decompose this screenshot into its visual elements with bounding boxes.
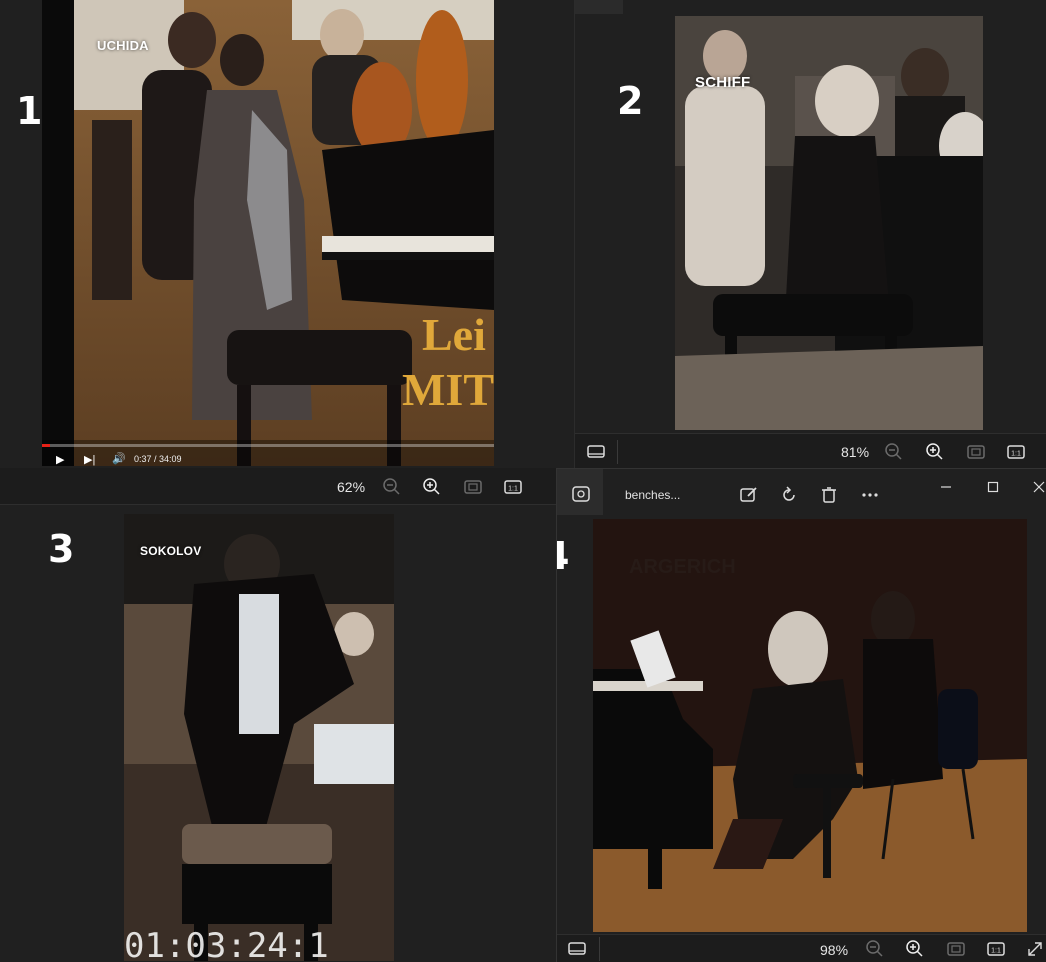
uchida-photo: Lei MIT <box>42 0 494 466</box>
toolbar-divider <box>617 440 618 464</box>
photos-app-icon <box>571 484 591 504</box>
svg-text:ARGERICH: ARGERICH <box>629 556 736 578</box>
panel-4-window: benches... 4 <box>556 468 1046 962</box>
play-icon[interactable]: ▶ <box>56 453 64 466</box>
video-timestamp-overlay: 01:03:24:1 <box>124 926 329 961</box>
performer-label: SOKOLOV <box>140 544 202 558</box>
toolbar-divider <box>599 937 600 961</box>
sokolov-photo-image <box>124 514 394 961</box>
zoom-out-icon[interactable] <box>884 442 904 462</box>
next-icon[interactable]: ▶| <box>84 453 95 466</box>
argerich-photo-image: ARGERICH <box>593 519 1027 932</box>
edit-icon[interactable] <box>739 485 759 505</box>
svg-text:1:1: 1:1 <box>991 948 1001 955</box>
delete-icon[interactable] <box>819 485 839 505</box>
actual-size-icon[interactable]: 1:1 <box>986 939 1006 959</box>
zoom-out-icon[interactable] <box>865 939 885 959</box>
argerich-photo: ARGERICH <box>593 519 1027 932</box>
zoom-level: 81% <box>841 444 870 460</box>
actual-size-icon[interactable]: 1:1 <box>1006 442 1026 462</box>
more-icon[interactable] <box>860 485 880 505</box>
svg-text:1:1: 1:1 <box>1011 451 1021 458</box>
volume-icon[interactable]: 🔊 <box>112 452 126 465</box>
zoom-in-icon[interactable] <box>925 442 945 462</box>
svg-text:MIT: MIT <box>402 364 494 415</box>
sokolov-photo: SOKOLOV 01:03:24:1 <box>124 514 394 961</box>
viewer-2-toolbar: 81% 1:1 <box>575 433 1046 470</box>
panel-1: 1 Lei MIT ▶ ▶| 🔊 0:37 / 34:09 UCHIDA <box>0 0 560 466</box>
panel-3: 62% 1:1 3 SOKOLOV 01:03:24:1 <box>0 466 556 961</box>
zoom-level: 98% <box>820 942 849 958</box>
zoom-in-icon[interactable] <box>905 939 925 959</box>
maximize-icon[interactable] <box>983 477 1003 497</box>
fit-to-window-icon[interactable] <box>946 939 966 959</box>
window-title: benches... <box>625 488 681 502</box>
performer-label: UCHIDA <box>97 38 149 53</box>
performer-label: SCHIFF <box>695 74 751 91</box>
svg-text:Lei: Lei <box>422 309 486 360</box>
zoom-out-icon[interactable] <box>382 477 402 497</box>
video-progress-played[interactable] <box>42 444 51 447</box>
rotate-icon[interactable] <box>779 485 799 505</box>
uchida-video-frame[interactable]: Lei MIT ▶ ▶| 🔊 0:37 / 34:09 UCHIDA <box>42 0 494 466</box>
actual-size-icon[interactable]: 1:1 <box>503 477 523 497</box>
schiff-photo: SCHIFF <box>675 16 983 430</box>
viewer-2-tab[interactable] <box>575 0 623 14</box>
svg-text:1:1: 1:1 <box>508 486 518 493</box>
filmstrip-icon[interactable] <box>567 939 587 959</box>
close-icon[interactable] <box>1029 477 1046 497</box>
fullscreen-icon[interactable] <box>1025 939 1045 959</box>
panel-2: 2 SCHIFF 81% 1:1 <box>574 0 1046 470</box>
panel-number: 4 <box>557 537 569 575</box>
viewer-4-toolbar: 98% 1:1 <box>557 934 1046 962</box>
panel-number: 1 <box>16 89 43 133</box>
panel-number: 3 <box>48 527 75 571</box>
zoom-level: 62% <box>337 479 366 495</box>
panel-number: 2 <box>617 79 644 123</box>
zoom-in-icon[interactable] <box>422 477 442 497</box>
fit-to-window-icon[interactable] <box>463 477 483 497</box>
viewer-3-toolbar: 62% 1:1 <box>0 468 556 505</box>
video-timecode: 0:37 / 34:09 <box>134 454 182 464</box>
title-bar: benches... <box>557 469 1046 515</box>
minimize-icon[interactable] <box>936 477 956 497</box>
fit-to-window-icon[interactable] <box>966 442 986 462</box>
filmstrip-icon[interactable] <box>586 442 606 462</box>
